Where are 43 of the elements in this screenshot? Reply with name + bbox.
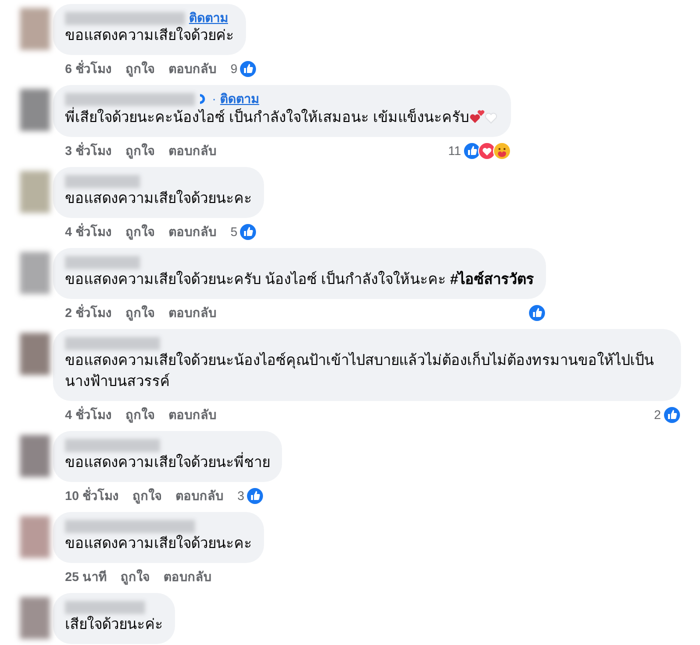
follow-link[interactable]: ติดตาม xyxy=(220,90,260,108)
follow-link[interactable]: ติดตาม xyxy=(189,8,228,28)
like-link[interactable]: ถูกใจ xyxy=(125,142,154,160)
like-link[interactable]: ถูกใจ xyxy=(132,486,162,506)
reply-link[interactable]: ตอบกลับ xyxy=(168,60,216,78)
avatar[interactable] xyxy=(20,8,50,50)
time-link[interactable]: 4 ชั่วโมง xyxy=(65,406,112,424)
avatar[interactable] xyxy=(20,89,50,131)
comment-text: ขอแสดงความเสียใจด้วยนะคะ xyxy=(65,191,252,207)
like-link[interactable]: ถูกใจ xyxy=(125,304,154,322)
avatar[interactable] xyxy=(20,252,50,294)
reply-link[interactable]: ตอบกลับ xyxy=(168,222,216,242)
reply-link[interactable]: ตอบกลับ xyxy=(175,486,224,506)
comment-text: ขอแสดงความเสียใจด้วยนะคะ xyxy=(65,536,252,552)
reply-link[interactable]: ตอบกลับ xyxy=(163,568,212,586)
reaction-count[interactable]: 5 xyxy=(230,222,238,242)
reply-link[interactable]: ตอบกลับ xyxy=(168,406,216,424)
comment-text: ขอแสดงความเสียใจด้วยค่ะ xyxy=(65,28,234,44)
like-link[interactable]: ถูกใจ xyxy=(125,406,154,424)
like-link[interactable]: ถูกใจ xyxy=(125,222,154,242)
time-link[interactable]: 3 ชั่วโมง xyxy=(65,142,112,160)
reaction-count[interactable]: 3 xyxy=(237,486,244,506)
time-link[interactable]: 6 ชั่วโมง xyxy=(65,60,112,78)
avatar[interactable] xyxy=(20,597,50,639)
reaction-count[interactable]: 2 xyxy=(654,406,661,424)
avatar[interactable] xyxy=(20,435,50,477)
avatar[interactable] xyxy=(20,171,50,213)
time-link[interactable]: 25 นาที xyxy=(65,568,106,586)
comment-text: เสียใจด้วยนะค่ะ xyxy=(65,617,163,633)
comment-text: ขอแสดงความเสียใจด้วยนะน้องไอซ์คุณป้าเข้าไปสบายแล้วไม่ต้องเก็บไม่ต้องทรมานขอให้ไปเป็นนางฟ้าบนสวรรค์ xyxy=(65,353,654,390)
avatar[interactable] xyxy=(20,516,50,558)
time-link[interactable]: 10 ชั่วโมง xyxy=(65,486,118,506)
reaction-count[interactable]: 11 xyxy=(448,142,462,160)
avatar[interactable] xyxy=(20,333,50,375)
reaction-count[interactable]: 9 xyxy=(230,60,238,78)
comment-text: ขอแสดงความเสียใจด้วยนะครับ น้องไอซ์ เป็นกำลังใจให้นะคะ #ไอซ์สารวัตร xyxy=(65,272,534,288)
reply-link[interactable]: ตอบกลับ xyxy=(168,142,216,160)
time-link[interactable]: 2 ชั่วโมง xyxy=(65,304,112,322)
like-link[interactable]: ถูกใจ xyxy=(120,568,150,586)
like-link[interactable]: ถูกใจ xyxy=(125,60,154,78)
reply-link[interactable]: ตอบกลับ xyxy=(168,304,216,322)
separator-dot: · xyxy=(212,90,216,107)
time-link[interactable]: 4 ชั่วโมง xyxy=(65,222,112,242)
